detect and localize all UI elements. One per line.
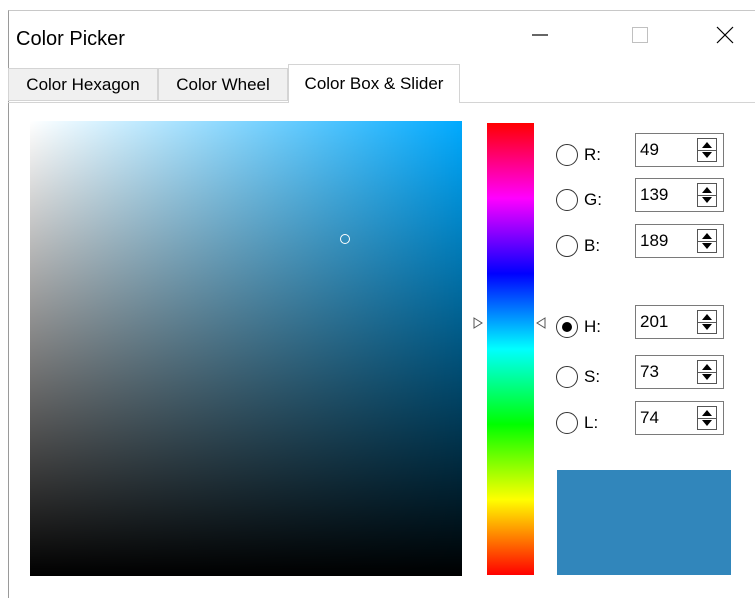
h-radio[interactable] [556,316,578,338]
l-spinbox[interactable]: 74 [635,401,724,435]
s-stepper[interactable] [697,360,717,384]
window-title: Color Picker [16,28,125,50]
h-stepper[interactable] [697,310,717,334]
spin-up-icon[interactable] [702,410,712,416]
g-value: 139 [640,185,669,204]
channel-row-g: G: 139 [556,178,736,213]
g-label: G: [584,190,602,209]
channel-row-l: L: 74 [556,401,736,436]
b-spinbox[interactable]: 189 [635,224,724,258]
tab-color-wheel[interactable]: Color Wheel [158,68,288,101]
tab-strip: Color Hexagon Color Wheel Color Box & Sl… [8,64,755,103]
saturation-lightness-box[interactable] [30,121,462,576]
hue-slider[interactable] [487,123,534,575]
close-button[interactable] [705,18,745,52]
spin-up-icon[interactable] [702,233,712,239]
h-value: 201 [640,312,669,331]
spin-down-icon[interactable] [702,243,712,249]
tab-color-box-slider[interactable]: Color Box & Slider [288,64,460,103]
spin-down-icon[interactable] [702,197,712,203]
r-radio[interactable] [556,144,578,166]
channel-row-s: S: 73 [556,355,736,390]
r-spinbox[interactable]: 49 [635,133,724,167]
h-spinbox[interactable]: 201 [635,305,724,339]
spin-down-icon[interactable] [702,420,712,426]
maximize-icon [632,27,648,43]
g-radio[interactable] [556,189,578,211]
minimize-button[interactable] [520,18,560,52]
minimize-icon [532,34,548,36]
b-stepper[interactable] [697,229,717,253]
r-label: R: [584,145,601,164]
r-value: 49 [640,140,659,159]
g-spinbox[interactable]: 139 [635,178,724,212]
g-stepper[interactable] [697,183,717,207]
tab-color-hexagon[interactable]: Color Hexagon [8,68,158,101]
spin-down-icon[interactable] [702,324,712,330]
color-preview-swatch [557,470,731,575]
r-stepper[interactable] [697,138,717,162]
channel-row-r: R: 49 [556,133,736,168]
spin-up-icon[interactable] [702,314,712,320]
close-icon [716,26,734,44]
maximize-button[interactable] [620,18,660,52]
spin-up-icon[interactable] [702,364,712,370]
b-value: 189 [640,231,669,250]
hue-slider-left-arrow-icon[interactable] [472,317,484,329]
hue-slider-right-arrow-icon[interactable] [535,317,547,329]
l-stepper[interactable] [697,406,717,430]
s-radio[interactable] [556,366,578,388]
b-radio[interactable] [556,235,578,257]
h-label: H: [584,317,601,336]
channel-row-h: H: 201 [556,305,736,340]
channel-row-b: B: 189 [556,224,736,259]
spin-up-icon[interactable] [702,187,712,193]
b-label: B: [584,236,601,255]
spin-down-icon[interactable] [702,374,712,380]
s-label: S: [584,367,601,386]
l-value: 74 [640,408,659,427]
spin-down-icon[interactable] [702,152,712,158]
s-spinbox[interactable]: 73 [635,355,724,389]
l-radio[interactable] [556,412,578,434]
l-label: L: [584,413,599,432]
spin-up-icon[interactable] [702,142,712,148]
s-value: 73 [640,362,659,381]
